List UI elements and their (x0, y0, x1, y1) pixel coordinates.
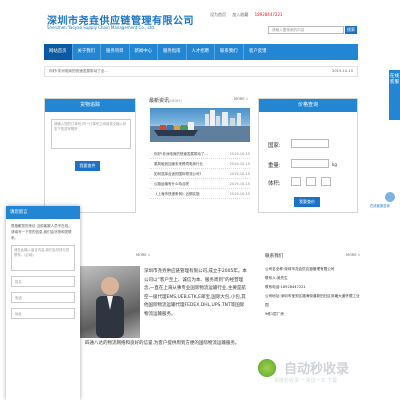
skyline-ship-icon (150, 110, 250, 142)
news-marquee[interactable]: 你好!非洲电商的快速发展带动了全... 2019-10-15 (44, 66, 358, 77)
message-panel-desc: 很抱歉您的来访,当前客服人员不在线。请填写一下您的信息,我们会尽快和您联系。 (11, 224, 72, 240)
contact-address-2: 9栋1层厂房 (265, 312, 284, 316)
contact-title: 联系我们 (265, 254, 284, 259)
main-nav: 网站首页 关于我们 服务项目 新闻中心 服务指南 人才招聘 联系我们 客户反馈 (44, 44, 358, 60)
news-item[interactable]: 公路运输有什么特点呢 2019-10-15 (150, 179, 250, 189)
nav-item-services[interactable]: 服务项目 (101, 44, 130, 60)
weight-label: 重量: (268, 163, 281, 169)
search-button[interactable]: 搜索 (345, 26, 357, 34)
phone-input[interactable]: 电话 (11, 292, 75, 303)
news-item-title[interactable]: 如何选择合适的国际物流公司? (154, 172, 201, 176)
country-input[interactable] (291, 139, 329, 148)
volume-label: 体积: (268, 181, 281, 187)
watermark-logo-icon (256, 358, 278, 378)
tracking-box: 货物追踪 请输入您的订单号,同一订单号之间用英文输入状态下的逗号隔开 我要查件 (44, 98, 136, 213)
qq-service-text[interactable]: 在线客服咨询 (370, 203, 390, 208)
online-service-float[interactable]: 在线客服 (389, 70, 400, 120)
set-homepage-link[interactable]: 设为首页 (210, 12, 226, 17)
message-panel: 请您留言 很抱歉您的来访,当前客服人员不在线。请填写一下您的信息,我们会尽快和您… (6, 206, 80, 400)
about-text-more: 四通八达的物流网络和良好的信誉,为客户提供周到方便的国际物流运输服务。 (85, 341, 240, 346)
nav-item-jobs[interactable]: 人才招聘 (187, 44, 215, 60)
news-item[interactable]: 你好!非洲电商的快速发展带动了... 2019-10-15 (150, 149, 250, 159)
price-query-button[interactable]: 我要查价 (294, 197, 320, 207)
nav-item-contact[interactable]: 联系我们 (215, 44, 244, 60)
qq-avatar-icon (385, 192, 395, 202)
volume-length-input[interactable] (291, 177, 301, 186)
contact-phone: 联系电话:18928447221 (265, 285, 306, 289)
message-panel-title: 请您留言 (6, 206, 80, 219)
message-content-input[interactable]: 请在此输入留言内容,我们会尽快与您联系。(必填) (11, 245, 75, 271)
news-more-link[interactable]: MORE » (234, 97, 248, 101)
watermark-subtext: 百度秒收录·一来访一次·下载 (274, 378, 338, 384)
news-section-title: 最新资讯(NEWS) (149, 98, 182, 104)
news-item-title[interactable]: 你好!非洲电商的快速发展带动了... (154, 152, 208, 156)
news-item-title[interactable]: 《上海市快递条例》近期实施 (154, 192, 200, 196)
nav-item-home[interactable]: 网站首页 (44, 44, 73, 60)
nav-item-feedback[interactable]: 客户反馈 (244, 44, 273, 60)
contact-address: 公司地址:深圳市宝安区福海街道新田社区凤塘大道怀德工业园 (265, 294, 360, 307)
marquee-text[interactable]: 你好!非洲电商的快速发展带动了全... (49, 69, 108, 73)
news-item-date: 2019-10-15 (229, 162, 250, 166)
contact-more-link[interactable]: MORE » (346, 253, 360, 257)
name-input[interactable]: 姓名 (11, 276, 75, 287)
company-name-en: Shenzhen Yaoyao Supply Chain Management … (47, 25, 156, 30)
nav-item-guide[interactable]: 服务指南 (158, 44, 187, 60)
watermark-text: 自动秒收录 (284, 362, 350, 377)
news-item-date: 2019-10-15 (229, 182, 250, 186)
price-title: 价格查询 (259, 99, 357, 112)
news-cover-image[interactable] (150, 108, 250, 142)
news-item[interactable]: 《上海市快递条例》近期实施 2019-10-15 (150, 189, 250, 199)
header: 深圳市尧垚供应链管理有限公司 Shenzhen Yaoyao Supply Ch… (0, 0, 400, 44)
news-title-en: NEWS (170, 99, 181, 103)
nav-item-news[interactable]: 新闻中心 (130, 44, 158, 60)
contact-list: 公司名全称:深圳市尧垚供应链管理有限公司 联系人:吴先生 联系电话:189284… (265, 265, 360, 319)
news-title-cn: 最新资讯 (149, 98, 170, 104)
businessman-icon (96, 277, 124, 338)
country-label: 国家: (268, 143, 281, 149)
volume-height-input[interactable] (321, 177, 331, 186)
contact-company: 公司名全称:深圳市尧垚供应链管理有限公司 (265, 267, 335, 271)
weight-unit: kg (332, 162, 337, 167)
news-item[interactable]: 如何选择合适的国际物流公司? 2019-10-15 (150, 169, 250, 179)
hotline-phone: 18928447221 (254, 12, 283, 17)
tracking-number-input[interactable]: 请输入您的订单号,同一订单号之间用英文输入状态下的逗号隔开 (51, 119, 131, 149)
news-item-date: 2019-10-15 (229, 172, 250, 176)
watermark: 自动秒收录 百度秒收录·一来访一次·下载 (256, 356, 386, 386)
track-button[interactable]: 我要查件 (75, 161, 100, 171)
add-favorite-link[interactable]: 加入收藏 (232, 12, 248, 17)
about-more-link[interactable]: MORE » (136, 253, 150, 257)
news-list: 你好!非洲电商的快速发展带动了... 2019-10-15 乘风破浪加速未来跨境电… (150, 149, 250, 199)
contact-person: 联系人:吴先生 (265, 276, 288, 280)
top-links: 设为首页 加入收藏 18928447221 (210, 12, 288, 18)
news-item-date: 2019-10-15 (229, 152, 250, 156)
nav-item-about[interactable]: 关于我们 (73, 44, 101, 60)
search-input[interactable]: 请输入要搜索的内容 (268, 26, 344, 34)
about-image (74, 266, 140, 338)
weight-input[interactable] (291, 159, 329, 168)
qq-service-float[interactable]: 在线客服咨询 (370, 192, 400, 208)
about-text: 深圳市尧垚供应链管理有限公司,成立于2005年。本公司以“客户至上、诚信为本、服… (144, 269, 247, 317)
news-item-title[interactable]: 乘风破浪加速未来跨境电商行业 (154, 162, 203, 166)
news-item[interactable]: 乘风破浪加速未来跨境电商行业 2019-10-15 (150, 159, 250, 169)
news-item-date: 2019-10-15 (229, 192, 250, 196)
marquee-date: 2019-10-15 (332, 69, 353, 73)
price-query-box: 价格查询 国家: 重量: kg 体积: 我要查价 (258, 98, 358, 213)
address-input[interactable]: 地址 (11, 308, 75, 319)
volume-width-input[interactable] (306, 177, 316, 186)
tracking-title: 货物追踪 (45, 99, 135, 112)
news-item-title[interactable]: 公路运输有什么特点呢 (154, 182, 189, 186)
